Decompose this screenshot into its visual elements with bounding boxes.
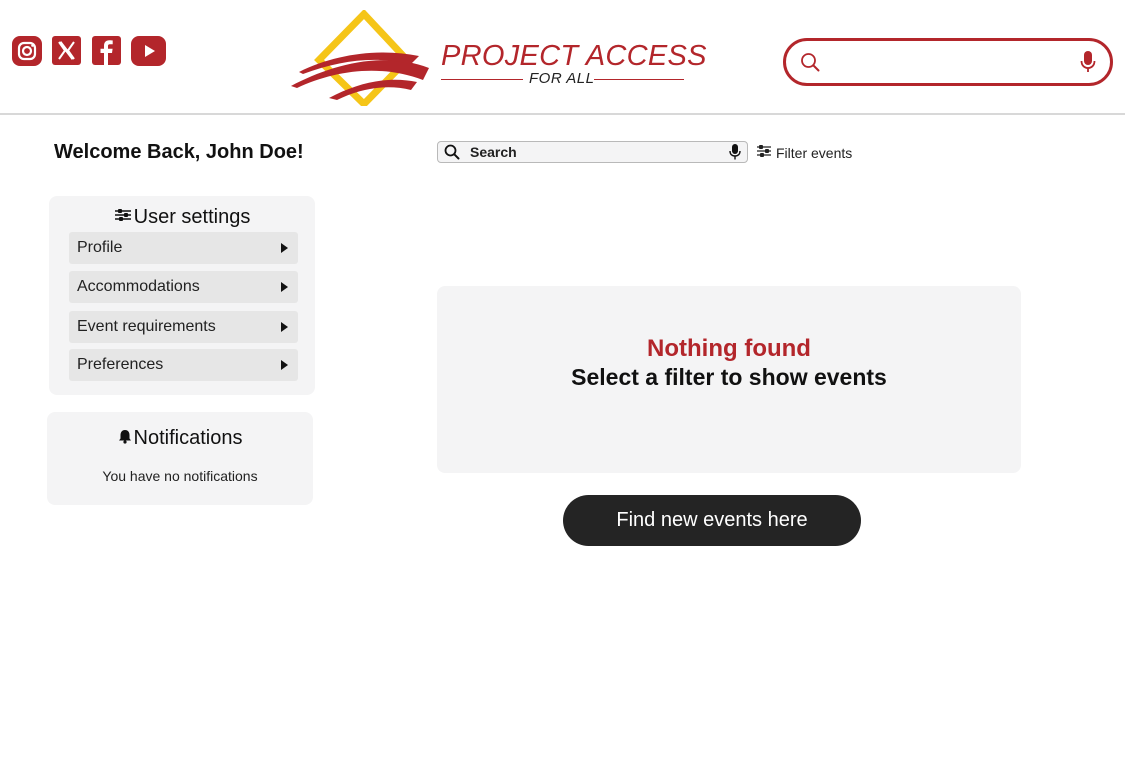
sliders-icon <box>114 206 132 229</box>
settings-item-profile[interactable]: Profile <box>69 232 298 264</box>
event-search-input[interactable]: Search <box>437 141 748 163</box>
find-new-events-button[interactable]: Find new events here <box>563 495 861 546</box>
caret-right-icon <box>281 360 288 370</box>
settings-item-preferences[interactable]: Preferences <box>69 349 298 381</box>
notifications-panel: Notifications You have no notifications <box>47 412 313 505</box>
logo-divider-right <box>594 79 684 80</box>
user-settings-heading: User settings <box>49 206 315 229</box>
empty-state-card: Nothing found Select a filter to show ev… <box>437 286 1021 473</box>
search-icon[interactable] <box>800 52 820 77</box>
settings-item-label: Accommodations <box>77 278 200 295</box>
logo-subtitle: FOR ALL <box>529 70 595 87</box>
settings-item-accommodations[interactable]: Accommodations <box>69 271 298 303</box>
x-icon[interactable] <box>52 36 81 65</box>
microphone-icon[interactable] <box>1080 50 1096 79</box>
caret-right-icon <box>281 322 288 332</box>
header-search-bar <box>783 38 1113 86</box>
logo-divider-left <box>441 79 523 80</box>
caret-right-icon <box>281 243 288 253</box>
welcome-heading: Welcome Back, John Doe! <box>54 141 304 163</box>
settings-item-label: Event requirements <box>77 318 216 335</box>
notifications-heading: Notifications <box>47 427 313 450</box>
bell-icon <box>118 427 132 450</box>
microphone-icon[interactable] <box>729 143 741 166</box>
header-search-input[interactable] <box>830 49 1074 77</box>
brand-logo[interactable]: PROJECT ACCESS FOR ALL <box>289 10 706 106</box>
user-settings-panel: User settings Profile Accommodations Eve… <box>49 196 315 395</box>
empty-state-title: Nothing found <box>647 335 811 362</box>
user-settings-title: User settings <box>133 206 251 228</box>
facebook-icon[interactable] <box>92 36 121 65</box>
caret-right-icon <box>281 282 288 292</box>
site-header: PROJECT ACCESS FOR ALL <box>0 0 1125 115</box>
filter-events-button[interactable]: Filter events <box>756 144 852 161</box>
settings-item-event-requirements[interactable]: Event requirements <box>69 311 298 343</box>
filter-events-label: Filter events <box>776 144 853 161</box>
instagram-icon[interactable] <box>12 36 42 66</box>
notifications-empty-text: You have no notifications <box>102 468 258 484</box>
empty-state-subtitle: Select a filter to show events <box>571 364 887 390</box>
logo-mark-icon <box>291 10 429 106</box>
sliders-icon <box>756 144 772 161</box>
notifications-title: Notifications <box>133 427 243 449</box>
settings-item-label: Profile <box>77 239 123 256</box>
event-search-label: Search <box>470 144 517 160</box>
youtube-icon[interactable] <box>131 36 166 66</box>
search-icon <box>444 144 460 165</box>
settings-item-label: Preferences <box>77 356 164 373</box>
logo-title: PROJECT ACCESS <box>441 40 707 72</box>
